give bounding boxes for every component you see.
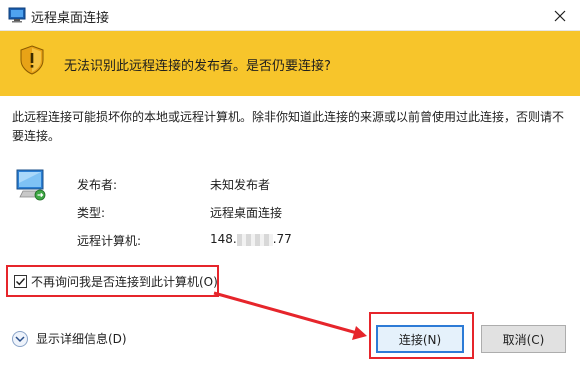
redacted-ip <box>236 233 273 246</box>
show-details-label: 显示详细信息(D) <box>36 332 127 346</box>
remote-computer-value: 148. .77 <box>210 232 292 246</box>
show-details-toggle[interactable]: 显示详细信息(D) <box>12 330 127 347</box>
checkmark-icon <box>16 277 26 285</box>
cancel-button[interactable]: 取消(C) <box>481 325 566 353</box>
type-value: 远程桌面连接 <box>210 206 283 220</box>
remote-computer-label: 远程计算机: <box>77 234 142 248</box>
computer-icon <box>14 168 48 202</box>
remote-desktop-icon <box>8 7 26 23</box>
close-icon[interactable] <box>540 0 580 31</box>
chevron-down-icon[interactable] <box>12 330 28 347</box>
ip-prefix: 148. <box>210 232 237 246</box>
remote-desktop-dialog: 远程桌面连接 无法识别此远程连接的发布者。是否仍要连接? 此远程连接可能损坏你的… <box>0 0 580 371</box>
publisher-value: 未知发布者 <box>210 178 271 192</box>
dont-ask-checkbox-row[interactable]: 不再询问我是否连接到此计算机(O) <box>10 270 218 292</box>
window-title: 远程桌面连接 <box>31 11 110 26</box>
warning-description: 此远程连接可能损坏你的本地或远程计算机。除非你知道此连接的来源或以前曾使用过此连… <box>12 110 565 143</box>
publisher-label: 发布者: <box>77 178 118 192</box>
ip-suffix: .77 <box>272 232 292 246</box>
dont-ask-label: 不再询问我是否连接到此计算机(O) <box>31 274 218 289</box>
dont-ask-checkbox[interactable] <box>14 274 27 288</box>
banner-message: 无法识别此远程连接的发布者。是否仍要连接? <box>64 59 331 74</box>
type-label: 类型: <box>77 206 106 220</box>
warning-banner: 无法识别此远程连接的发布者。是否仍要连接? <box>0 31 580 96</box>
title-bar[interactable]: 远程桌面连接 <box>0 0 580 31</box>
connect-button[interactable]: 连接(N) <box>376 325 464 353</box>
shield-warning-icon <box>20 45 44 75</box>
